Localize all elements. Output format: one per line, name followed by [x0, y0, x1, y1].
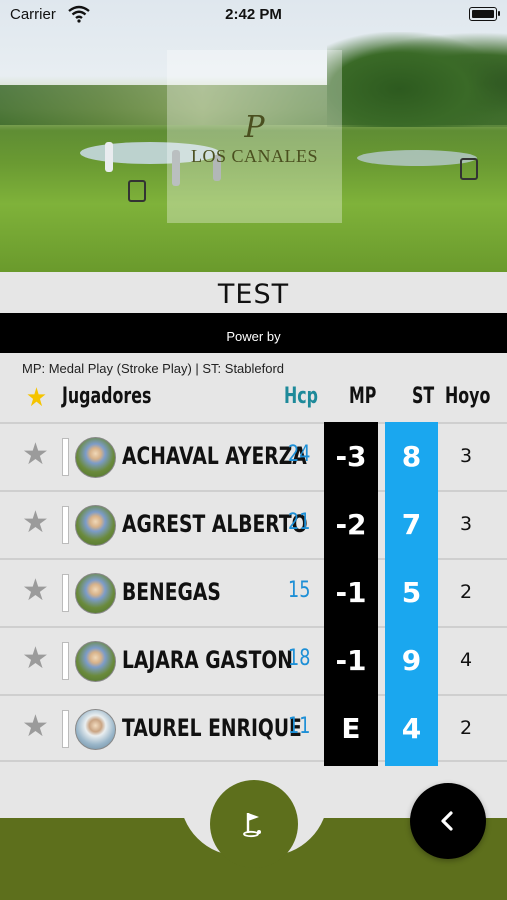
player-hoyo: 2: [459, 581, 473, 603]
avatar: [75, 505, 116, 546]
table-row[interactable]: ★ ACHAVAL AYERZA 24 -3 8 3: [0, 422, 507, 492]
player-mp: -1: [324, 626, 378, 696]
player-name: TAUREL ENRIQUE: [122, 714, 302, 742]
player-hoyo: 4: [459, 649, 473, 671]
header-players[interactable]: Jugadores: [62, 384, 151, 409]
player-hoyo: 2: [459, 717, 473, 739]
header-hcp[interactable]: Hcp: [284, 384, 318, 409]
player-mp: -1: [324, 558, 378, 628]
chevron-left-icon: [441, 811, 453, 831]
tree-cluster: [327, 32, 507, 127]
player-color-bar: [62, 642, 69, 680]
header-hoyo[interactable]: Hoyo: [445, 384, 490, 409]
golf-flag-icon: [243, 813, 261, 838]
table-row[interactable]: ★ TAUREL ENRIQUE 11 E 4 2: [0, 694, 507, 766]
status-bar: Carrier 2:42 PM: [0, 0, 507, 30]
club-logo: P LOS CANALES: [167, 50, 342, 223]
player-hcp: 21: [288, 510, 311, 535]
player-mp: -2: [324, 490, 378, 560]
player-hcp: 15: [288, 578, 311, 603]
player-st: 9: [385, 626, 438, 696]
player-hoyo: 3: [459, 445, 473, 467]
hero-image: P LOS CANALES: [0, 0, 507, 272]
player-name: ACHAVAL AYERZA: [122, 442, 307, 470]
player-name: BENEGAS: [122, 578, 221, 606]
player-hoyo: 3: [459, 513, 473, 535]
header-mp[interactable]: MP: [349, 384, 376, 409]
header-st[interactable]: ST: [412, 384, 434, 409]
back-button[interactable]: [410, 783, 486, 859]
table-row[interactable]: ★ BENEGAS 15 -1 5 2: [0, 558, 507, 628]
player-st: 5: [385, 558, 438, 628]
table-row[interactable]: ★ LAJARA GASTON 18 -1 9 4: [0, 626, 507, 696]
golf-cart: [460, 158, 478, 180]
player-color-bar: [62, 710, 69, 748]
star-outline-icon[interactable]: ★: [22, 576, 49, 606]
star-outline-icon[interactable]: ★: [22, 712, 49, 742]
clock: 2:42 PM: [225, 6, 282, 23]
table-row[interactable]: ★ AGREST ALBERTO 21 -2 7 3: [0, 490, 507, 560]
player-hcp: 11: [288, 714, 311, 739]
player-color-bar: [62, 438, 69, 476]
player-color-bar: [62, 506, 69, 544]
golfer-figure: [105, 142, 113, 172]
player-st: 7: [385, 490, 438, 560]
star-icon[interactable]: ★: [26, 383, 47, 413]
leaderboard-table: ★ ACHAVAL AYERZA 24 -3 8 3 ★ AGREST ALBE…: [0, 422, 507, 766]
star-outline-icon[interactable]: ★: [22, 644, 49, 674]
pond: [357, 150, 477, 166]
avatar: [75, 709, 116, 750]
player-hcp: 24: [288, 442, 311, 467]
page-title: TEST: [0, 272, 507, 312]
player-st: 4: [385, 694, 438, 766]
scoring-legend: MP: Medal Play (Stroke Play) | ST: Stabl…: [22, 361, 285, 376]
logo-mark: P: [244, 110, 265, 145]
avatar: [75, 641, 116, 682]
avatar: [75, 437, 116, 478]
player-color-bar: [62, 574, 69, 612]
player-name: LAJARA GASTON: [122, 646, 293, 674]
player-hcp: 18: [288, 646, 311, 671]
player-st: 8: [385, 422, 438, 492]
avatar: [75, 573, 116, 614]
player-name: AGREST ALBERTO: [122, 510, 308, 538]
player-mp: E: [324, 694, 378, 766]
powered-by-banner[interactable]: Power by: [0, 313, 507, 353]
golf-cart: [128, 180, 146, 202]
star-outline-icon[interactable]: ★: [22, 508, 49, 538]
battery-icon: [469, 7, 500, 21]
logo-text: LOS CANALES: [190, 146, 318, 166]
leaderboard-header: ★ Jugadores Hcp MP ST Hoyo: [0, 380, 507, 420]
star-outline-icon[interactable]: ★: [22, 440, 49, 470]
golf-flag-button[interactable]: [210, 780, 298, 868]
player-mp: -3: [324, 422, 378, 492]
